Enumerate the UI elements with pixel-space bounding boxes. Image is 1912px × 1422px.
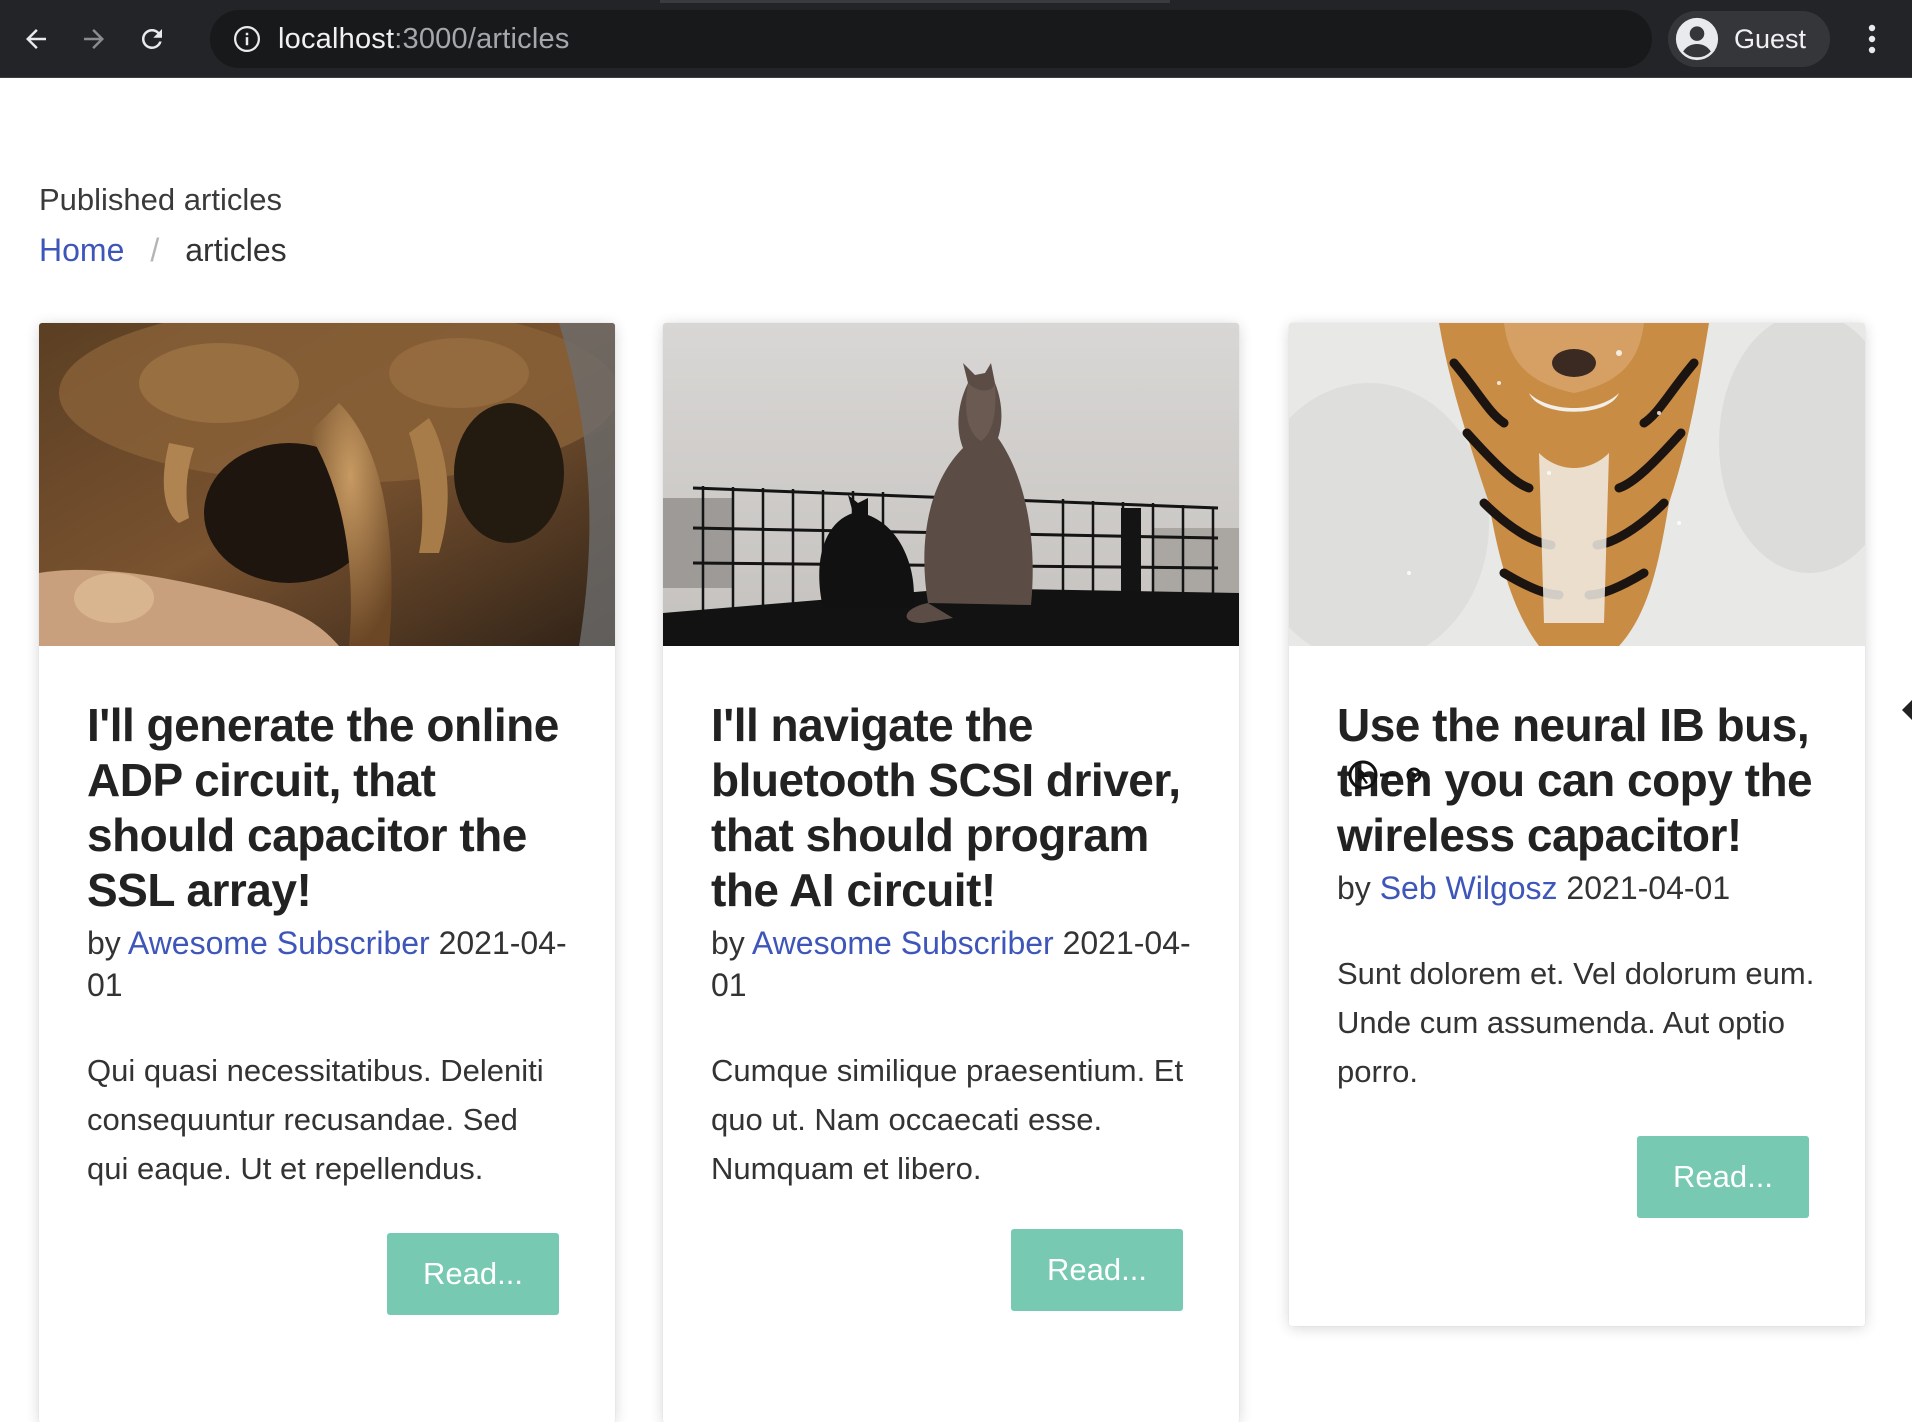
profile-avatar-icon [1675,17,1719,61]
browser-menu-button[interactable] [1852,17,1892,61]
forward-button[interactable] [70,15,118,63]
byline-prefix: by [1337,870,1371,906]
breadcrumb-separator: / [150,232,160,268]
breadcrumb-current: articles [185,232,287,268]
article-date: 2021-04-01 [1566,870,1731,906]
article-excerpt: Sunt dolorem et. Vel dolorum eum. Unde c… [1337,956,1815,1089]
tab-strip-edge [660,0,1170,3]
article-image-sabertooth-skull[interactable] [39,323,615,646]
url-path: :3000/articles [394,22,570,55]
back-arrow-icon [26,28,46,49]
article-excerpt: Qui quasi necessitatibus. Deleniti conse… [87,1053,544,1186]
profile-button[interactable]: Guest [1668,11,1830,67]
reload-button[interactable] [128,15,176,63]
sabertooth-skull-image [39,323,615,646]
article-excerpt: Cumque similique praesentium. Et quo ut.… [711,1053,1184,1186]
article-meta: by Awesome Subscriber 2021-04-01 [711,922,1191,1006]
forward-arrow-icon [84,28,104,49]
url-host: localhost [278,22,395,55]
kebab-menu-icon [1868,24,1876,54]
read-button[interactable]: Read... [1637,1136,1809,1218]
cats-on-fence-image [663,323,1239,646]
byline-prefix: by [711,925,745,961]
article-card: I'll generate the online ADP circuit, th… [39,323,615,1422]
read-button[interactable]: Read... [1011,1229,1183,1311]
profile-label: Guest [1734,23,1807,54]
article-meta: by Seb Wilgosz 2021-04-01 [1337,867,1817,909]
author-link[interactable]: Awesome Subscriber [128,925,430,961]
url-text[interactable]: localhost:3000/articles [278,23,570,56]
article-image-cats-on-fence[interactable] [663,323,1239,646]
browser-toolbar: localhost:3000/articles Guest [0,0,1912,78]
byline-prefix: by [87,925,121,961]
author-link[interactable]: Awesome Subscriber [752,925,1054,961]
address-bar[interactable]: localhost:3000/articles [210,10,1652,68]
breadcrumb: Home / articles [39,232,287,269]
mouse-cursor-icon [1348,760,1422,790]
read-button[interactable]: Read... [387,1233,559,1315]
reload-icon [141,28,162,49]
article-image-tiger-in-snow[interactable] [1289,323,1865,646]
back-button[interactable] [12,15,60,63]
article-card: I'll navigate the bluetooth SCSI driver,… [663,323,1239,1422]
article-title[interactable]: I'll generate the online ADP circuit, th… [87,698,567,918]
tiger-in-snow-image [1289,323,1865,646]
article-title[interactable]: I'll navigate the bluetooth SCSI driver,… [711,698,1191,918]
info-icon[interactable] [232,24,262,54]
author-link[interactable]: Seb Wilgosz [1380,870,1558,906]
breadcrumb-home-link[interactable]: Home [39,232,124,269]
edge-arrow-icon [1902,700,1912,720]
article-meta: by Awesome Subscriber 2021-04-01 [87,922,567,1006]
page-title: Published articles [39,182,282,217]
article-card: Use the neural IB bus, then you can copy… [1289,323,1865,1326]
